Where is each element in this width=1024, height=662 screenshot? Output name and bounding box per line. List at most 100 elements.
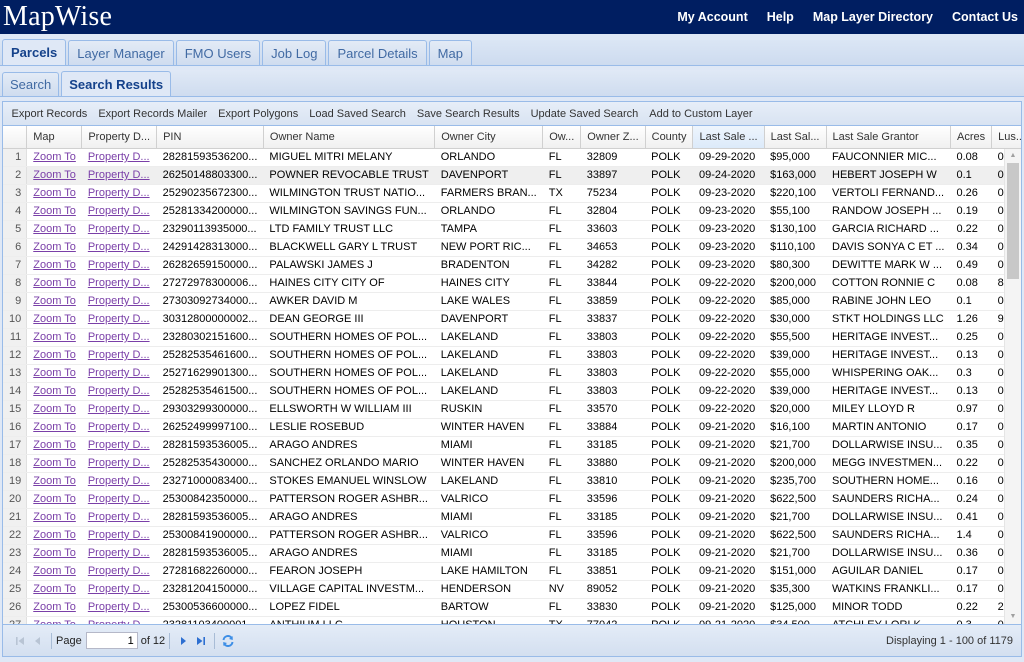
table-row[interactable]: 4 Zoom To Property D... 25281334200000... WI… — [3, 202, 1021, 221]
zoom-to-link[interactable]: Zoom To — [33, 583, 76, 595]
tab-map[interactable]: Map — [428, 40, 472, 65]
zoom-to-link[interactable]: Zoom To — [33, 277, 76, 289]
zoom-to-link[interactable]: Zoom To — [33, 547, 76, 559]
column-header[interactable]: Last Sale ... — [692, 126, 765, 149]
tab-layer-manager[interactable]: Layer Manager — [68, 40, 174, 65]
property-details-link[interactable]: Property D... — [88, 187, 150, 199]
table-row[interactable]: 15 Zoom To Property D... 29303299300000... E… — [3, 400, 1021, 419]
property-details-link[interactable]: Property D... — [88, 331, 150, 343]
export-records-button[interactable]: Export Records — [6, 108, 93, 120]
tab-parcel-details[interactable]: Parcel Details — [328, 40, 427, 65]
table-row[interactable]: 7 Zoom To Property D... 26282659150000... PA… — [3, 256, 1021, 275]
tab-fmo-users[interactable]: FMO Users — [175, 40, 261, 65]
property-details-link[interactable]: Property D... — [88, 529, 150, 541]
property-details-link[interactable]: Property D... — [88, 313, 150, 325]
zoom-to-link[interactable]: Zoom To — [33, 367, 76, 379]
property-details-link[interactable]: Property D... — [88, 421, 150, 433]
table-row[interactable]: 21 Zoom To Property D... 28281593536005... A… — [3, 508, 1021, 527]
zoom-to-link[interactable]: Zoom To — [33, 259, 76, 271]
zoom-to-link[interactable]: Zoom To — [33, 529, 76, 541]
load-saved-search-button[interactable]: Load Saved Search — [304, 108, 412, 120]
nav-help[interactable]: Help — [767, 10, 794, 24]
property-details-link[interactable]: Property D... — [88, 457, 150, 469]
vertical-scrollbar[interactable]: ▲ ▼ — [1004, 149, 1021, 624]
table-row[interactable]: 14 Zoom To Property D... 25282535461500... S… — [3, 382, 1021, 401]
zoom-to-link[interactable]: Zoom To — [33, 421, 76, 433]
column-header[interactable]: Acres — [950, 126, 993, 149]
property-details-link[interactable]: Property D... — [88, 295, 150, 307]
table-row[interactable]: 16 Zoom To Property D... 26252499997100... L… — [3, 418, 1021, 437]
zoom-to-link[interactable]: Zoom To — [33, 601, 76, 613]
column-header[interactable]: Property D... — [81, 126, 158, 149]
scroll-thumb[interactable] — [1007, 163, 1019, 279]
column-header[interactable]: Map — [26, 126, 83, 149]
column-header[interactable]: Owner City — [434, 126, 544, 149]
column-header[interactable]: County — [645, 126, 694, 149]
property-details-link[interactable]: Property D... — [88, 241, 150, 253]
table-row[interactable]: 24 Zoom To Property D... 27281682260000... F… — [3, 562, 1021, 581]
property-details-link[interactable]: Property D... — [88, 205, 150, 217]
table-row[interactable]: 3 Zoom To Property D... 25290235672300... WI… — [3, 184, 1021, 203]
prev-page-icon[interactable] — [29, 632, 47, 650]
table-row[interactable]: 10 Zoom To Property D... 30312800000002... D… — [3, 310, 1021, 329]
first-page-icon[interactable] — [11, 632, 29, 650]
table-row[interactable]: 22 Zoom To Property D... 25300841900000... P… — [3, 526, 1021, 545]
tab-parcels[interactable]: Parcels — [2, 39, 67, 65]
table-row[interactable]: 25 Zoom To Property D... 23281204150000... V… — [3, 580, 1021, 599]
table-row[interactable]: 8 Zoom To Property D... 27272978300006... HA… — [3, 274, 1021, 293]
column-header[interactable]: Last Sale Grantor — [826, 126, 951, 149]
table-row[interactable]: 2 Zoom To Property D... 26250148803300... PO… — [3, 166, 1021, 185]
zoom-to-link[interactable]: Zoom To — [33, 295, 76, 307]
next-page-icon[interactable] — [174, 632, 192, 650]
table-row[interactable]: 27Zoom ToProperty D...23281103400001...A… — [3, 616, 1021, 624]
table-row[interactable]: 11 Zoom To Property D... 23280302151600... S… — [3, 328, 1021, 347]
zoom-to-link[interactable]: Zoom To — [33, 313, 76, 325]
tab-search-results[interactable]: Search Results — [61, 71, 172, 96]
table-row[interactable]: 9 Zoom To Property D... 27303092734000... AW… — [3, 292, 1021, 311]
column-header[interactable]: Last Sal... — [764, 126, 827, 149]
zoom-to-link[interactable]: Zoom To — [33, 205, 76, 217]
zoom-to-link[interactable]: Zoom To — [33, 331, 76, 343]
table-row[interactable]: 26 Zoom To Property D... 25300536600000... L… — [3, 598, 1021, 617]
zoom-to-link[interactable]: Zoom To — [33, 349, 76, 361]
column-header[interactable]: Lus... — [991, 126, 1021, 149]
zoom-to-link[interactable]: Zoom To — [33, 475, 76, 487]
zoom-to-link[interactable]: Zoom To — [33, 169, 76, 181]
zoom-to-link[interactable]: Zoom To — [33, 241, 76, 253]
property-details-link[interactable]: Property D... — [88, 277, 150, 289]
table-row[interactable]: 17 Zoom To Property D... 28281593536005... A… — [3, 436, 1021, 455]
property-details-link[interactable]: Property D... — [88, 403, 150, 415]
property-details-link[interactable]: Property D... — [88, 151, 150, 163]
last-page-icon[interactable] — [192, 632, 210, 650]
zoom-to-link[interactable]: Zoom To — [33, 457, 76, 469]
nav-map-layer-directory[interactable]: Map Layer Directory — [813, 10, 933, 24]
nav-my-account[interactable]: My Account — [677, 10, 747, 24]
property-details-link[interactable]: Property D... — [88, 349, 150, 361]
property-details-link[interactable]: Property D... — [88, 475, 150, 487]
property-details-link[interactable]: Property D... — [88, 169, 150, 181]
property-details-link[interactable]: Property D... — [88, 259, 150, 271]
zoom-to-link[interactable]: Zoom To — [33, 493, 76, 505]
property-details-link[interactable]: Property D... — [88, 583, 150, 595]
export-records-mailer-button[interactable]: Export Records Mailer — [93, 108, 213, 120]
page-number-input[interactable] — [85, 632, 138, 649]
zoom-to-link[interactable]: Zoom To — [33, 187, 76, 199]
table-row[interactable]: 19 Zoom To Property D... 23271000083400... S… — [3, 472, 1021, 491]
property-details-link[interactable]: Property D... — [88, 385, 150, 397]
property-details-link[interactable]: Property D... — [88, 601, 150, 613]
column-header[interactable]: PIN — [156, 126, 264, 149]
table-row[interactable]: 20 Zoom To Property D... 25300842350000... P… — [3, 490, 1021, 509]
table-row[interactable]: 18 Zoom To Property D... 25282535430000... S… — [3, 454, 1021, 473]
app-logo[interactable]: MapWise — [3, 0, 112, 34]
table-row[interactable]: 12 Zoom To Property D... 25282535461600... S… — [3, 346, 1021, 365]
table-row[interactable]: 1 Zoom To Property D... 28281593536200... MI… — [3, 148, 1021, 167]
nav-contact-us[interactable]: Contact Us — [952, 10, 1018, 24]
column-header[interactable]: Owner Name — [263, 126, 436, 149]
scroll-up-icon[interactable]: ▲ — [1005, 149, 1021, 163]
column-header[interactable]: Owner Z... — [580, 126, 646, 149]
update-saved-search-button[interactable]: Update Saved Search — [525, 108, 644, 120]
tab-job-log[interactable]: Job Log — [262, 40, 327, 65]
property-details-link[interactable]: Property D... — [88, 565, 150, 577]
property-details-link[interactable]: Property D... — [88, 367, 150, 379]
property-details-link[interactable]: Property D... — [88, 439, 150, 451]
